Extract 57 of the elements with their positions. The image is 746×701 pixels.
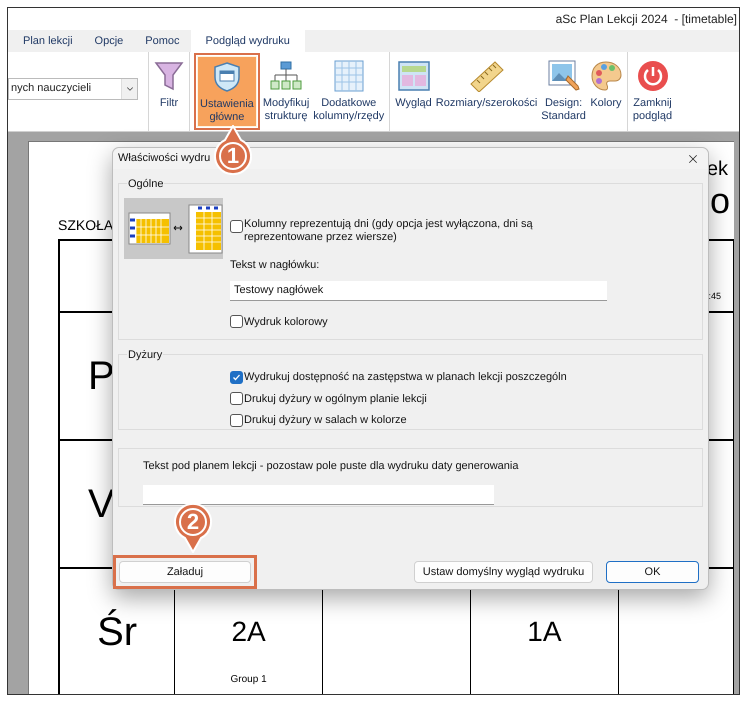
funnel-icon [154, 60, 184, 92]
ribbon-button[interactable]: Kolory [588, 56, 624, 127]
layout-icon [398, 61, 430, 91]
time-label: :45 [708, 290, 721, 302]
callout-number: 2 [186, 509, 200, 535]
option-label: Drukuj dyżury w salach w kolorze [244, 413, 407, 428]
ribbon-button[interactable]: Zamknij podgląd [630, 56, 674, 127]
check-icon [232, 372, 241, 382]
page-title: o [710, 181, 730, 221]
school-name: SZKOŁA [58, 216, 114, 235]
ribbon-button[interactable]: Modyfikuj strukturę [260, 56, 312, 127]
ribbon-button[interactable]: Rozmiary/szerokości [434, 56, 540, 127]
field-label: Tekst pod planem lekcji - pozostaw pole puste dla wydruku daty generowania [143, 459, 520, 474]
callout-pin-icon [173, 501, 213, 553]
table-grid-icon [334, 60, 364, 92]
ribbon-tab[interactable]: Pomoc [134, 30, 191, 52]
dialog-button[interactable]: Ustaw domyślny wygląd wydruku [414, 561, 593, 583]
picture-pencil-icon [548, 60, 580, 92]
checkbox[interactable] [230, 414, 243, 427]
group-label: Group 1 [230, 673, 267, 687]
option-label: Wydruk kolorowy [244, 314, 328, 330]
group-legend: Dyżury [127, 347, 164, 364]
ribbon-tab[interactable]: Podgląd wydruku [190, 30, 305, 52]
dialog-button[interactable]: Załaduj [119, 561, 251, 583]
ribbon-button[interactable]: Design: Standard [539, 56, 588, 127]
ruler-icon [468, 60, 505, 92]
class-label: 1A [527, 615, 562, 649]
footer-text-field[interactable] [143, 484, 494, 504]
option-label: Kolumny reprezentują dni (gdy opcja jest wyłączona, dni są reprezentowane przez wiersze) [244, 218, 534, 244]
checkbox[interactable] [230, 370, 243, 384]
callout-number: 1 [226, 143, 240, 169]
header-text-field[interactable]: Testowy nagłówek [230, 280, 607, 300]
dialog-button[interactable]: OK [606, 561, 699, 583]
hierarchy-icon [270, 60, 302, 92]
ribbon-tab[interactable]: Opcje [84, 30, 134, 52]
class-label: 2A [231, 615, 266, 649]
day-label: P [88, 353, 115, 400]
ribbon-button[interactable]: Dodatkowe kolumny/rzędy [311, 56, 386, 127]
day-label: Śr [97, 608, 138, 656]
checkbox[interactable] [230, 315, 243, 328]
day-label: V [88, 481, 115, 528]
power-icon [636, 60, 668, 92]
shield-window-icon [212, 61, 242, 93]
ribbon-button[interactable]: Wygląd [393, 56, 434, 127]
option-label: Wydrukuj dostępność na zastępstwa w planach lekcji poszczególn [244, 370, 567, 385]
ribbon-button[interactable]: Ustawienia główne [197, 56, 257, 127]
option-label: Drukuj dyżury w ogólnym planie lekcji [244, 392, 427, 406]
ribbon-button[interactable]: Filtr [152, 56, 186, 127]
checkbox[interactable] [230, 392, 243, 406]
dialog-title: Właściwości wydru [118, 151, 210, 166]
palette-icon [590, 60, 622, 92]
group-legend: Ogólne [127, 176, 164, 192]
filter-dropdown[interactable]: nych nauczycieli [8, 78, 138, 100]
checkbox[interactable] [230, 220, 243, 233]
window-title: aSc Plan Lekcji 2024 - [timetable] [556, 11, 737, 28]
ribbon-tab[interactable]: Plan lekcji [12, 30, 84, 52]
field-label: Tekst w nagłówku: [230, 258, 320, 273]
